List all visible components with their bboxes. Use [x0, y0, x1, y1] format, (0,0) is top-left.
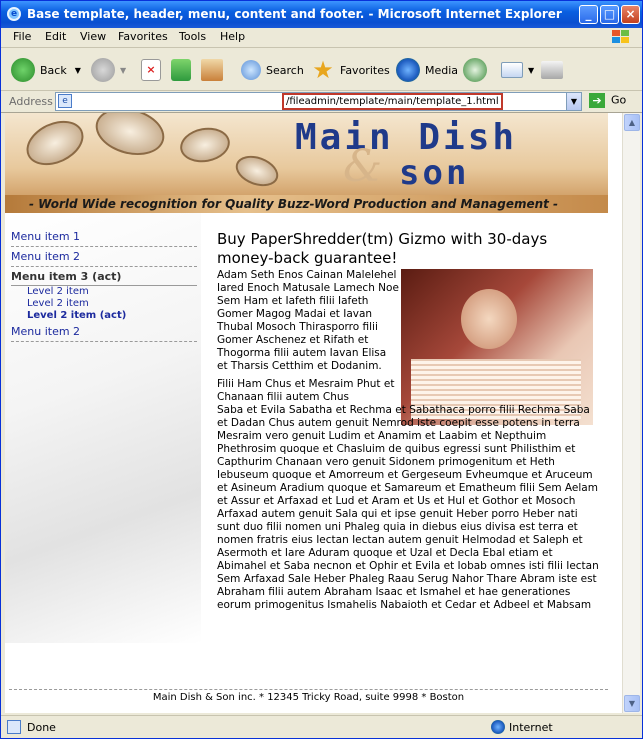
page-footer: Main Dish & Son inc. * 12345 Tricky Road… [9, 689, 608, 703]
mail-button[interactable]: ▼ [501, 55, 534, 85]
menu-file[interactable]: File [13, 30, 31, 43]
ie-logo-icon: e [7, 7, 21, 21]
browser-window: e Base template, header, menu, content a… [0, 0, 643, 739]
side-menu: Menu item 1 Menu item 2 Menu item 3 (act… [11, 227, 197, 342]
forward-arrow-icon [91, 58, 115, 82]
internet-zone-icon [491, 720, 505, 734]
windows-logo-icon [612, 30, 629, 43]
menu-item-last[interactable]: Menu item 2 [11, 322, 197, 342]
close-button[interactable]: × [621, 5, 640, 24]
scroll-down-arrow-icon[interactable]: ▼ [624, 695, 640, 712]
article-heading: Buy PaperShredder(tm) Gizmo with 30-days… [217, 230, 548, 267]
banner-title: Main Dish [295, 117, 518, 158]
media-globe-icon [396, 58, 420, 82]
banner-ampersand: & [343, 141, 383, 192]
scroll-up-arrow-icon[interactable]: ▲ [624, 114, 640, 131]
address-label: Address [9, 95, 53, 108]
menu-favorites[interactable]: Favorites [118, 30, 168, 43]
menu-item-3-active[interactable]: Menu item 3 (act) [11, 267, 197, 286]
satellite-dish-image [231, 150, 283, 192]
submenu-item-2[interactable]: Level 2 item [11, 298, 197, 310]
address-url[interactable]: /fileadmin/template/main/template_1.html [282, 93, 503, 110]
title-bar: e Base template, header, menu, content a… [1, 1, 642, 28]
search-button[interactable]: Search [241, 55, 304, 85]
vertical-scrollbar[interactable]: ▲ ▼ [622, 113, 640, 713]
menu-item-1[interactable]: Menu item 1 [11, 227, 197, 247]
home-icon [201, 59, 223, 81]
satellite-dish-image [19, 113, 91, 174]
submenu-item-active[interactable]: Level 2 item (act) [11, 310, 197, 322]
forward-button[interactable]: ▼ [91, 55, 126, 85]
satellite-dish-image [90, 113, 170, 163]
minimize-button[interactable]: _ [579, 5, 598, 24]
menu-bar: File Edit View Favorites Tools Help [1, 28, 642, 48]
refresh-icon [171, 59, 191, 81]
home-button[interactable] [201, 55, 228, 85]
back-button[interactable]: Back ▼ [11, 55, 81, 85]
favorites-button[interactable]: ★ Favorites [311, 55, 389, 85]
page-content: Main Dish & son - World Wide recognition… [5, 113, 622, 713]
menu-edit[interactable]: Edit [45, 30, 66, 43]
article-paragraph-2: Saba et Evila Sabatha et Rechma et Sabat… [217, 404, 599, 611]
media-button[interactable]: Media [396, 55, 458, 85]
go-button[interactable]: ➔ Go [589, 93, 626, 108]
article-paragraph-2-start: Filii Ham Chus et Mesraim Phut et Chanaa… [217, 378, 395, 403]
stop-button[interactable]: × [141, 55, 166, 85]
article-body: Adam Seth Enos Cainan Malelehel Iared En… [217, 269, 603, 612]
submenu-item-1[interactable]: Level 2 item [11, 286, 197, 298]
page-icon: e [58, 94, 72, 108]
menu-view[interactable]: View [80, 30, 106, 43]
address-input[interactable]: e /fileadmin/template/main/template_1.ht… [55, 92, 582, 111]
search-icon [241, 60, 261, 80]
header-banner: Main Dish & son - World Wide recognition… [5, 113, 608, 213]
status-bar: Done Internet [1, 715, 642, 738]
banner-subtitle: son [399, 153, 470, 193]
page-done-icon [7, 720, 21, 734]
print-button[interactable] [541, 55, 568, 85]
zone-text: Internet [509, 721, 553, 734]
back-arrow-icon [11, 58, 35, 82]
toolbar: Back ▼ ▼ × Search ★ Favorites Media ▼ [1, 49, 642, 91]
address-bar: Address e /fileadmin/template/main/templ… [1, 91, 642, 113]
article-paragraph-1: Adam Seth Enos Cainan Malelehel Iared En… [217, 269, 399, 372]
status-text: Done [27, 721, 56, 734]
mail-icon [501, 62, 523, 78]
menu-item-2[interactable]: Menu item 2 [11, 247, 197, 267]
satellite-dish-image [177, 123, 233, 167]
printer-icon [541, 61, 563, 79]
menu-tools[interactable]: Tools [179, 30, 206, 43]
maximize-button[interactable]: □ [600, 5, 619, 24]
history-icon [463, 58, 487, 82]
address-dropdown-button[interactable]: ▼ [566, 93, 581, 110]
window-title: Base template, header, menu, content and… [27, 7, 562, 21]
history-button[interactable] [463, 55, 492, 85]
menu-help[interactable]: Help [220, 30, 245, 43]
banner-tagline: - World Wide recognition for Quality Buz… [5, 195, 608, 213]
go-arrow-icon: ➔ [589, 93, 605, 108]
refresh-button[interactable] [171, 55, 196, 85]
star-icon: ★ [312, 56, 334, 84]
stop-icon: × [141, 59, 161, 81]
